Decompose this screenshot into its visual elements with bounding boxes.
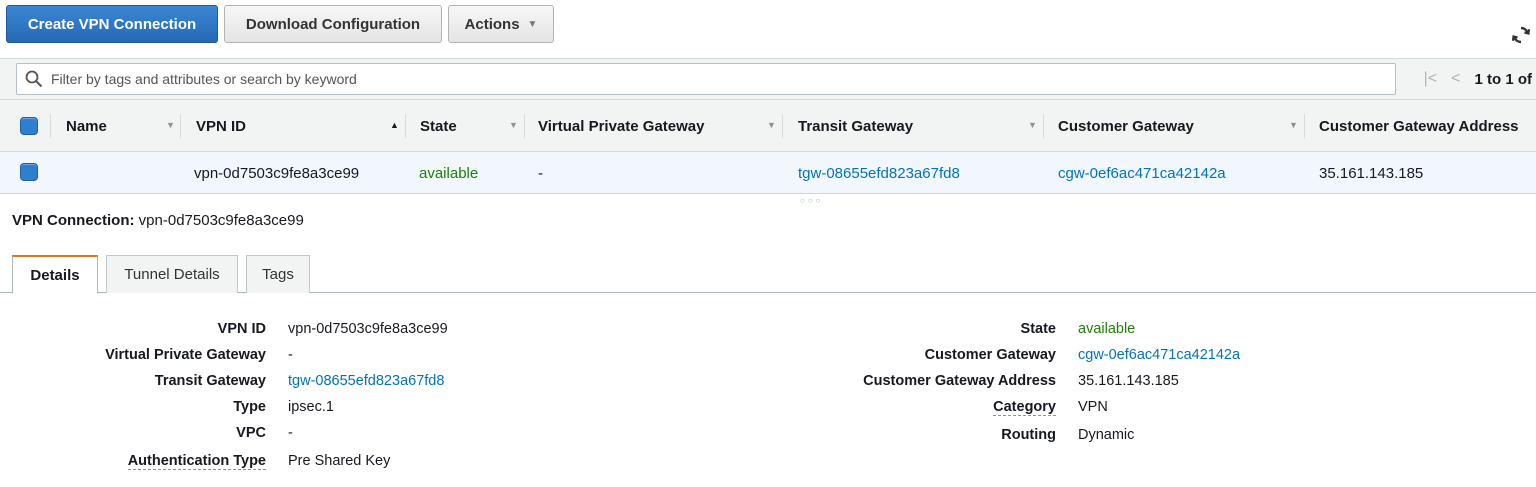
column-header-vpn-id[interactable]: VPN ID xyxy=(196,100,246,152)
sort-caret-icon[interactable]: ▼ xyxy=(1289,120,1298,130)
detail-value-state: available xyxy=(1078,321,1136,337)
column-label: Customer Gateway xyxy=(1058,117,1194,135)
tab-details[interactable]: Details xyxy=(12,255,98,294)
column-label: Name xyxy=(66,117,107,135)
detail-value-type: ipsec.1 xyxy=(288,399,334,415)
detail-value-customer-gateway-address: 35.161.143.185 xyxy=(1078,373,1179,389)
column-divider xyxy=(180,114,181,138)
column-label: Transit Gateway xyxy=(798,117,914,135)
detail-value-customer-gateway-link[interactable]: cgw-0ef6ac471ca42142a xyxy=(1078,342,1240,368)
detail-key-vpc: VPC xyxy=(236,425,266,441)
detail-value-authentication-type: Pre Shared Key xyxy=(288,453,391,469)
chevron-down-icon: ▼ xyxy=(527,18,538,30)
detail-title-label: VPN Connection: xyxy=(12,212,135,229)
cell-vpn-id: vpn-0d7503c9fe8a3ce99 xyxy=(194,164,360,182)
sort-caret-icon[interactable]: ▲ xyxy=(390,120,399,130)
column-divider xyxy=(1043,114,1044,138)
detail-key-type: Type xyxy=(233,399,266,415)
detail-key-authentication-type: Authentication Type xyxy=(40,448,266,474)
detail-value-transit-gateway-link[interactable]: tgw-08655efd823a67fd8 xyxy=(288,368,444,394)
search-input[interactable] xyxy=(51,64,1371,94)
column-header-state[interactable]: State xyxy=(420,100,457,152)
create-vpn-connection-button[interactable]: Create VPN Connection xyxy=(6,5,218,43)
actions-label: Actions xyxy=(464,15,520,33)
previous-page-icon[interactable]: < xyxy=(1451,70,1460,88)
column-header-customer-gateway-address[interactable]: Customer Gateway Address xyxy=(1319,100,1519,152)
column-divider xyxy=(405,114,406,138)
cell-virtual-private-gateway: - xyxy=(538,164,543,182)
column-divider xyxy=(782,114,783,138)
sort-caret-icon[interactable]: ▼ xyxy=(1028,120,1037,130)
detail-key-state: State xyxy=(1020,321,1056,337)
panel-resize-handle[interactable]: ○○○ xyxy=(800,196,824,205)
cell-customer-gateway-address: 35.161.143.185 xyxy=(1319,164,1424,182)
sort-caret-icon[interactable]: ▼ xyxy=(166,120,175,130)
detail-key-virtual-private-gateway: Virtual Private Gateway xyxy=(105,347,266,363)
column-divider xyxy=(1304,114,1305,138)
detail-value-vpn-id: vpn-0d7503c9fe8a3ce99 xyxy=(288,321,448,337)
select-all-checkbox[interactable] xyxy=(20,117,38,135)
detail-value-category: VPN xyxy=(1078,399,1108,415)
pagination: |< < 1 to 1 of xyxy=(1424,59,1532,99)
cell-transit-gateway-link[interactable]: tgw-08655efd823a67fd8 xyxy=(798,152,960,194)
detail-key-vpn-id: VPN ID xyxy=(217,321,266,337)
column-label: Customer Gateway Address xyxy=(1319,117,1519,135)
pagination-count: 1 to 1 of xyxy=(1474,70,1532,88)
row-checkbox[interactable] xyxy=(20,163,38,181)
detail-key-customer-gateway-address: Customer Gateway Address xyxy=(863,373,1056,389)
authentication-type-label[interactable]: Authentication Type xyxy=(127,453,266,470)
toolbar: Create VPN Connection Download Configura… xyxy=(0,0,1536,56)
actions-button[interactable]: Actions ▼ xyxy=(448,5,554,43)
search-box[interactable] xyxy=(16,63,1396,95)
column-header-name[interactable]: Name xyxy=(66,100,107,152)
filter-bar: |< < 1 to 1 of xyxy=(0,58,1536,100)
detail-title: VPN Connection: vpn-0d7503c9fe8a3ce99 xyxy=(12,212,304,229)
detail-key-transit-gateway: Transit Gateway xyxy=(154,373,266,389)
detail-key-category: Category xyxy=(800,394,1056,420)
column-label: Virtual Private Gateway xyxy=(538,117,705,135)
table-row[interactable]: vpn-0d7503c9fe8a3ce99 available - tgw-08… xyxy=(0,152,1536,194)
sort-caret-icon[interactable]: ▼ xyxy=(767,120,776,130)
detail-value-vpc: - xyxy=(288,425,293,441)
column-header-customer-gateway[interactable]: Customer Gateway xyxy=(1058,100,1194,152)
search-icon xyxy=(25,70,43,88)
download-configuration-button[interactable]: Download Configuration xyxy=(224,5,442,43)
category-label[interactable]: Category xyxy=(993,399,1056,416)
column-divider xyxy=(50,114,51,138)
column-label: VPN ID xyxy=(196,117,247,135)
table-header: Name ▼ VPN ID ▲ State ▼ Virtual Private … xyxy=(0,100,1536,152)
detail-value-routing: Dynamic xyxy=(1078,427,1135,443)
column-header-transit-gateway[interactable]: Transit Gateway xyxy=(798,100,913,152)
detail-title-value: vpn-0d7503c9fe8a3ce99 xyxy=(138,212,304,229)
tab-tags[interactable]: Tags xyxy=(246,255,310,293)
column-divider xyxy=(524,114,525,138)
column-label: State xyxy=(420,117,457,135)
cell-state: available xyxy=(419,164,479,182)
first-page-icon[interactable]: |< xyxy=(1424,70,1438,88)
column-header-virtual-private-gateway[interactable]: Virtual Private Gateway xyxy=(538,100,704,152)
detail-value-virtual-private-gateway: - xyxy=(288,347,293,363)
refresh-icon[interactable] xyxy=(1510,24,1532,46)
cell-customer-gateway-link[interactable]: cgw-0ef6ac471ca42142a xyxy=(1058,152,1226,194)
detail-tabs: Details Tunnel Details Tags xyxy=(0,255,1536,294)
detail-key-routing: Routing xyxy=(1001,427,1056,443)
sort-caret-icon[interactable]: ▼ xyxy=(509,120,518,130)
tab-tunnel-details[interactable]: Tunnel Details xyxy=(106,255,238,293)
detail-key-customer-gateway: Customer Gateway xyxy=(924,347,1056,363)
